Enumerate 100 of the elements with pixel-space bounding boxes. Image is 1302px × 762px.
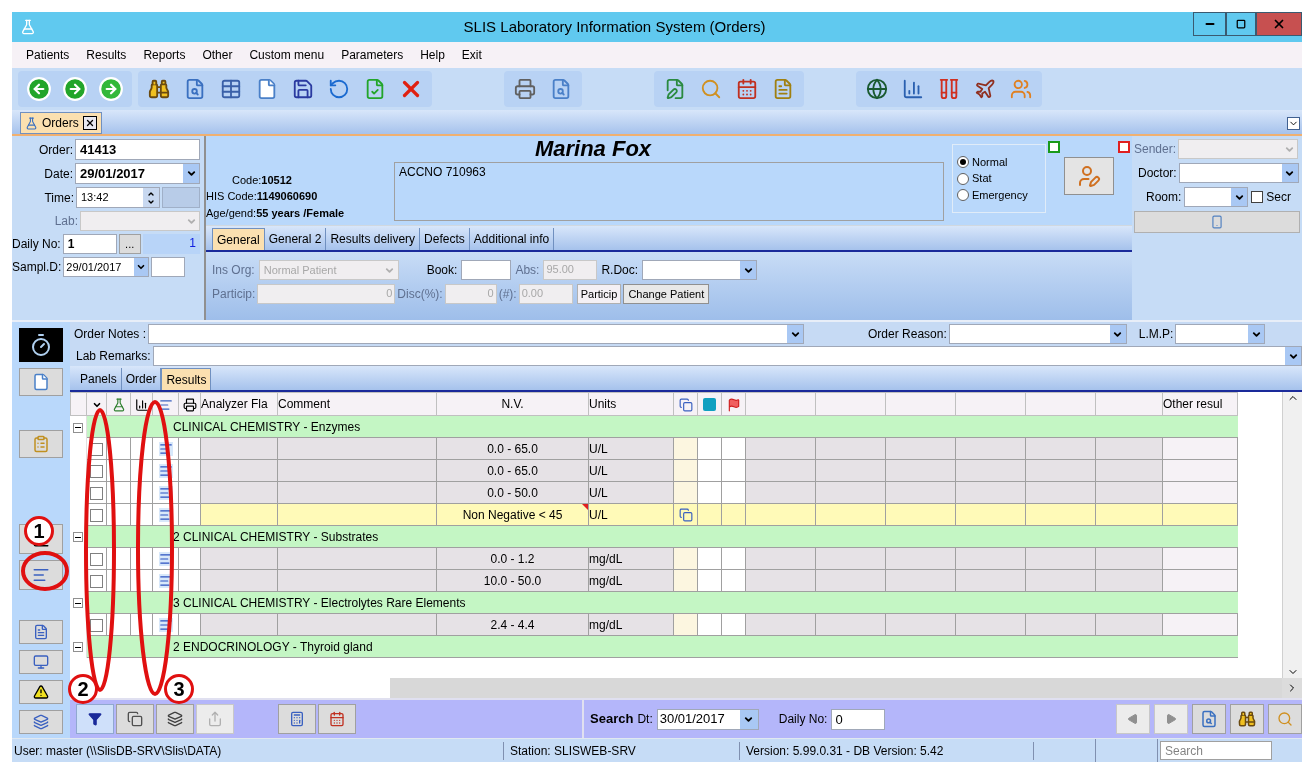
browse-button[interactable]: ... bbox=[118, 234, 141, 254]
tab[interactable]: Additional info bbox=[469, 228, 555, 250]
find-document-button[interactable] bbox=[1192, 704, 1226, 734]
checkbox[interactable] bbox=[90, 486, 103, 500]
menu-item[interactable]: Other bbox=[202, 46, 233, 64]
change-patient-button[interactable]: Change Patient bbox=[623, 284, 710, 304]
menu-item[interactable]: Patients bbox=[26, 46, 70, 64]
date-field[interactable]: 30/01/2017 bbox=[656, 708, 759, 730]
minimize-button[interactable] bbox=[1193, 12, 1226, 36]
order-field[interactable]: 41413 bbox=[75, 139, 200, 160]
checkbox[interactable] bbox=[90, 508, 103, 522]
field-label: Order Notes : bbox=[74, 326, 147, 343]
clipboard-button[interactable] bbox=[19, 430, 63, 458]
radio-button[interactable] bbox=[957, 172, 969, 185]
warning-button[interactable] bbox=[19, 680, 63, 704]
checkbox[interactable] bbox=[1251, 191, 1264, 203]
document-tab[interactable]: Orders bbox=[20, 112, 102, 134]
tab[interactable]: Results delivery bbox=[326, 228, 421, 250]
horizontal-scrollbar[interactable] bbox=[390, 678, 1282, 698]
column-header[interactable]: Units bbox=[588, 392, 674, 416]
search-field[interactable]: Search bbox=[1160, 741, 1272, 760]
stopwatch-icon bbox=[29, 333, 53, 357]
collapse-toggle[interactable] bbox=[73, 598, 84, 609]
copy-button[interactable] bbox=[116, 704, 154, 734]
checkbox[interactable] bbox=[90, 464, 103, 478]
order-reason-dropdown[interactable] bbox=[948, 324, 1127, 344]
stopwatch-button[interactable] bbox=[19, 328, 63, 362]
menu-item[interactable]: Help bbox=[420, 46, 445, 64]
column-header[interactable]: N.V. bbox=[436, 392, 589, 416]
search-icon bbox=[1277, 711, 1293, 727]
particip-button[interactable]: Particip bbox=[576, 284, 622, 304]
monitor-button[interactable] bbox=[19, 650, 63, 674]
book-field[interactable] bbox=[461, 260, 512, 280]
menu-item[interactable]: Reports bbox=[143, 46, 186, 64]
radio-button[interactable] bbox=[957, 156, 969, 168]
clipboard-icon bbox=[32, 435, 50, 453]
globe-icon bbox=[866, 78, 888, 100]
next-button[interactable] bbox=[96, 74, 126, 104]
collapse-toggle[interactable] bbox=[73, 422, 84, 433]
previous-button[interactable] bbox=[1116, 704, 1150, 734]
referring-doctor-dropdown[interactable] bbox=[642, 260, 758, 280]
table-icon bbox=[220, 78, 242, 100]
vertical-scrollbar[interactable] bbox=[1282, 392, 1302, 678]
calendar-button[interactable] bbox=[318, 704, 356, 734]
normal-values-cell: 0.0 - 65.0 bbox=[436, 437, 589, 460]
lab-remarks-dropdown[interactable] bbox=[152, 346, 1302, 366]
checkbox[interactable] bbox=[90, 552, 103, 566]
warning-icon bbox=[33, 684, 49, 700]
filter-button[interactable] bbox=[76, 704, 114, 734]
tab[interactable]: Panels bbox=[76, 368, 122, 390]
order-notes-dropdown[interactable] bbox=[148, 324, 805, 344]
binoculars-button[interactable] bbox=[1230, 704, 1264, 734]
field-label: Order Reason: bbox=[868, 326, 947, 343]
checkbox[interactable] bbox=[90, 574, 103, 588]
daily-number-field[interactable]: 1 bbox=[62, 234, 117, 254]
date-field[interactable]: 29/01/2017 bbox=[75, 163, 200, 184]
checkbox[interactable] bbox=[90, 618, 103, 632]
menu-item[interactable]: Results bbox=[86, 46, 127, 64]
field-label: Sampl.D: bbox=[12, 259, 62, 276]
radio-label: Emergency bbox=[972, 187, 1028, 203]
back-button[interactable] bbox=[24, 74, 54, 104]
daily-number-field[interactable]: 0 bbox=[831, 708, 886, 730]
collapse-toggle[interactable] bbox=[73, 642, 84, 653]
new-document-button[interactable] bbox=[19, 368, 63, 396]
layers-button[interactable] bbox=[19, 710, 63, 734]
copy-icon[interactable] bbox=[678, 508, 693, 523]
document-button[interactable] bbox=[19, 620, 63, 644]
tab[interactable]: Results bbox=[161, 368, 212, 390]
forward-button[interactable] bbox=[60, 74, 90, 104]
next-button[interactable] bbox=[1154, 704, 1188, 734]
column-header[interactable]: Comment bbox=[277, 392, 437, 416]
doctor-dropdown[interactable] bbox=[1178, 163, 1299, 183]
window-title: SLIS Laboratory Information System (Orders) bbox=[462, 16, 767, 37]
radio-button[interactable] bbox=[957, 189, 969, 201]
field-label: Date: bbox=[44, 165, 73, 183]
tab[interactable]: General 2 bbox=[264, 228, 327, 250]
time-field[interactable]: 13:42 bbox=[76, 187, 160, 208]
age-gender: Age/gend:55 years /Female bbox=[206, 205, 346, 221]
input-field[interactable] bbox=[162, 187, 200, 208]
close-icon bbox=[1272, 17, 1286, 31]
input-field[interactable] bbox=[151, 257, 186, 277]
lmp-dropdown[interactable] bbox=[1175, 324, 1266, 344]
sample-date-field[interactable]: 29/01/2017 bbox=[63, 257, 150, 277]
column-header[interactable]: Analyzer Fla bbox=[200, 392, 278, 416]
menu-item[interactable]: Custom menu bbox=[249, 46, 325, 64]
tab[interactable]: Defects bbox=[420, 228, 470, 250]
menu-item[interactable]: Exit bbox=[461, 46, 482, 64]
calculator-button[interactable] bbox=[278, 704, 316, 734]
collapse-toggle[interactable] bbox=[73, 532, 84, 543]
edit-patient-button[interactable] bbox=[1064, 157, 1114, 195]
daily-count: 1 bbox=[142, 234, 200, 254]
cube-icon bbox=[703, 398, 716, 412]
maximize-button[interactable] bbox=[1226, 12, 1256, 36]
close-tab-button[interactable] bbox=[82, 116, 97, 130]
menu-item[interactable]: Parameters bbox=[341, 46, 404, 64]
users-icon bbox=[1010, 78, 1032, 100]
layers-button[interactable] bbox=[156, 704, 194, 734]
field-label: Ins Org: bbox=[212, 262, 255, 279]
column-header[interactable]: Other resul bbox=[1162, 392, 1238, 416]
tab[interactable]: General bbox=[212, 228, 265, 250]
